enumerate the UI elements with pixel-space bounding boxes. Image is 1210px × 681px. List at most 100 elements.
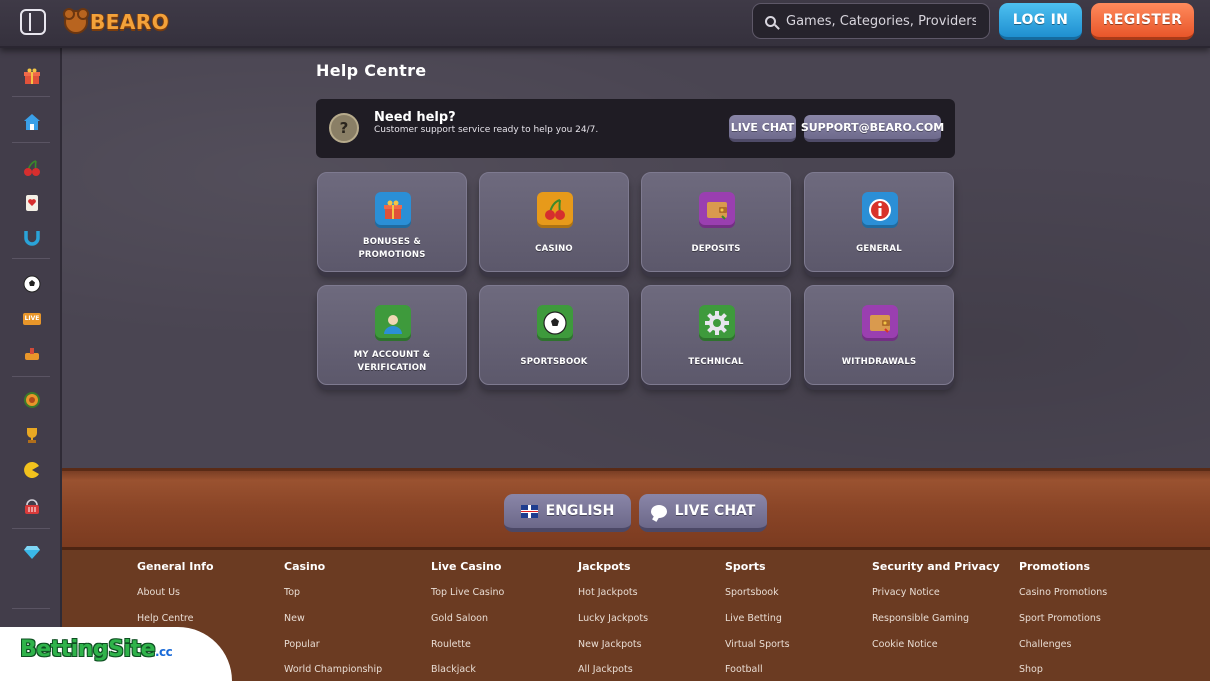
help-title: Need help? xyxy=(374,110,456,125)
footer-link[interactable]: World Championship xyxy=(284,664,382,675)
watermark-logo: BettingSite.cc xyxy=(20,637,173,662)
footer-link[interactable]: All Jackpots xyxy=(578,664,633,675)
category-card-account[interactable]: MY ACCOUNT & VERIFICATION xyxy=(317,285,467,385)
category-card-bonuses[interactable]: BONUSES & PROMOTIONS xyxy=(317,172,467,272)
footer-live-chat-button[interactable]: LIVE CHAT xyxy=(639,494,767,532)
category-card-sportsbook[interactable]: SPORTSBOOK xyxy=(479,285,629,385)
footer-link[interactable]: Casino Promotions xyxy=(1019,587,1107,598)
footer-link[interactable]: New Jackpots xyxy=(578,639,642,650)
live-chat-button[interactable]: LIVE CHAT xyxy=(729,115,796,142)
category-label: MY ACCOUNT & VERIFICATION xyxy=(353,350,431,373)
sports-icon[interactable] xyxy=(22,344,42,364)
footer-link[interactable]: Top Live Casino xyxy=(431,587,504,598)
footer-link[interactable]: Hot Jackpots xyxy=(578,587,638,598)
register-button[interactable]: REGISTER xyxy=(1091,3,1194,40)
sidebar: LIVE xyxy=(0,48,62,681)
category-card-deposits[interactable]: DEPOSITS xyxy=(641,172,791,272)
help-panel: ? Need help? Customer support service re… xyxy=(316,99,955,158)
logo[interactable]: BEARO xyxy=(63,6,170,38)
footer-band xyxy=(62,468,1210,550)
footer-link[interactable]: Football xyxy=(725,664,763,675)
category-card-casino[interactable]: CASINO xyxy=(479,172,629,272)
footer-link[interactable]: About Us xyxy=(137,587,180,598)
cherry-icon xyxy=(537,192,573,228)
footer-column-title: Promotions xyxy=(1019,560,1091,573)
search-icon xyxy=(765,15,776,27)
footer-column-title: General Info xyxy=(137,560,214,573)
help-subtitle: Customer support service ready to help y… xyxy=(374,125,599,135)
logo-text: BEARO xyxy=(90,10,170,34)
footer-link[interactable]: Lucky Jackpots xyxy=(578,613,648,624)
bear-badge-icon[interactable] xyxy=(22,390,42,410)
category-card-withdrawals[interactable]: WITHDRAWALS xyxy=(804,285,954,385)
divider xyxy=(12,376,50,377)
divider xyxy=(12,258,50,259)
divider xyxy=(12,142,50,143)
language-label: ENGLISH xyxy=(545,503,615,519)
footer-link[interactable]: Virtual Sports xyxy=(725,639,790,650)
search-input[interactable] xyxy=(784,12,978,30)
trophy-icon[interactable] xyxy=(22,425,42,445)
footer-column-title: Sports xyxy=(725,560,766,573)
top-bar: BEARO LOG IN REGISTER xyxy=(0,0,1210,48)
login-button[interactable]: LOG IN xyxy=(999,3,1082,40)
football-icon xyxy=(537,305,573,341)
football-icon[interactable] xyxy=(22,274,42,294)
sidebar-toggle-icon[interactable] xyxy=(20,9,46,35)
footer-column-title: Jackpots xyxy=(578,560,631,573)
footer-link[interactable]: Blackjack xyxy=(431,664,476,675)
footer-link[interactable]: Privacy Notice xyxy=(872,587,940,598)
category-label: TECHNICAL xyxy=(688,357,744,367)
footer-link[interactable]: Live Betting xyxy=(725,613,782,624)
footer-link[interactable]: Roulette xyxy=(431,639,471,650)
pacman-icon[interactable] xyxy=(22,460,42,480)
support-email-button[interactable]: SUPPORT@BEARO.COM xyxy=(801,115,944,142)
divider xyxy=(12,528,50,529)
wallet-icon xyxy=(699,192,735,228)
card-icon[interactable] xyxy=(22,193,42,213)
category-label: SPORTSBOOK xyxy=(520,357,588,367)
live-icon[interactable]: LIVE xyxy=(22,309,42,329)
gift-icon xyxy=(375,192,411,228)
basket-icon[interactable] xyxy=(22,497,42,517)
footer-link[interactable]: Gold Saloon xyxy=(431,613,488,624)
chat-bubble-icon xyxy=(650,504,667,518)
bear-logo-icon xyxy=(63,8,89,34)
footer-link[interactable]: Top xyxy=(284,587,300,598)
footer-link[interactable]: Sport Promotions xyxy=(1019,613,1101,624)
category-label: GENERAL xyxy=(856,244,902,254)
divider xyxy=(12,608,50,609)
gear-icon xyxy=(699,305,735,341)
divider xyxy=(12,96,50,97)
footer-link[interactable]: Popular xyxy=(284,639,320,650)
uk-flag-icon xyxy=(520,504,538,518)
category-label: WITHDRAWALS xyxy=(841,357,917,367)
footer-link[interactable]: Shop xyxy=(1019,664,1043,675)
info-icon xyxy=(862,192,898,228)
cherry-icon[interactable] xyxy=(22,158,42,178)
live-chat-label: LIVE CHAT xyxy=(674,503,756,519)
category-label: BONUSES & PROMOTIONS xyxy=(358,237,426,260)
language-button[interactable]: ENGLISH xyxy=(504,494,631,532)
user-icon xyxy=(375,305,411,341)
horseshoe-icon[interactable] xyxy=(22,228,42,248)
search-box[interactable] xyxy=(752,3,990,39)
gift-icon[interactable] xyxy=(22,66,42,86)
question-icon: ? xyxy=(329,113,359,143)
footer-link[interactable]: Sportsbook xyxy=(725,587,779,598)
footer-link[interactable]: Help Centre xyxy=(137,613,193,624)
diamond-icon[interactable] xyxy=(22,542,42,562)
category-label: CASINO xyxy=(535,244,573,254)
footer-link[interactable]: Responsible Gaming xyxy=(872,613,969,624)
footer-column-title: Live Casino xyxy=(431,560,502,573)
footer-link[interactable]: Challenges xyxy=(1019,639,1071,650)
live-badge: LIVE xyxy=(23,313,41,325)
category-label: DEPOSITS xyxy=(691,244,741,254)
category-card-technical[interactable]: TECHNICAL xyxy=(641,285,791,385)
page-title: Help Centre xyxy=(316,61,427,80)
wallet-icon xyxy=(862,305,898,341)
footer-link[interactable]: Cookie Notice xyxy=(872,639,938,650)
category-card-general[interactable]: GENERAL xyxy=(804,172,954,272)
home-icon[interactable] xyxy=(22,112,42,132)
footer-link[interactable]: New xyxy=(284,613,305,624)
